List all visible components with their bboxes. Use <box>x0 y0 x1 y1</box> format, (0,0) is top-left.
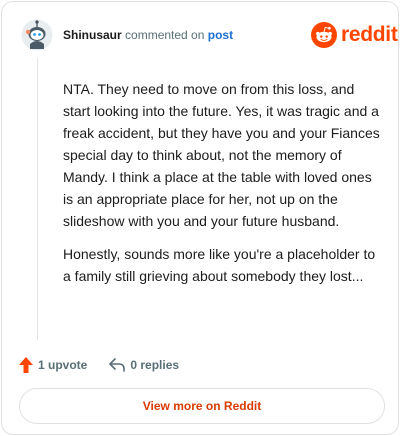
upvote-button[interactable]: 1 upvote <box>19 357 87 373</box>
comment-paragraph: Honestly, sounds more like you're a plac… <box>63 246 376 284</box>
upvote-arrow-icon <box>19 357 33 373</box>
reddit-wordmark: reddit <box>341 23 398 46</box>
replies-button[interactable]: 0 replies <box>109 358 179 372</box>
comment-actions: 1 upvote 0 replies <box>19 356 201 374</box>
comment-embed-card: Shinusaur commented on post reddit NTA. … <box>1 1 399 435</box>
view-more-button[interactable]: View more on Reddit <box>19 388 385 424</box>
reddit-snoo-icon <box>311 22 337 48</box>
upvote-count: 1 upvote <box>38 358 88 372</box>
user-avatar-icon <box>21 19 53 51</box>
reply-count: 0 replies <box>130 358 180 372</box>
comment-paragraph: NTA. They need to move on from this loss… <box>63 81 380 229</box>
post-link[interactable]: post <box>208 28 233 42</box>
username-link[interactable]: Shinusaur <box>63 28 122 42</box>
reply-arrow-icon <box>109 358 126 372</box>
user-avatar[interactable] <box>21 19 53 51</box>
commented-on-label: commented on <box>125 28 205 42</box>
comment-header: Shinusaur commented on post <box>63 28 233 42</box>
thread-line <box>37 58 38 340</box>
reddit-logo[interactable]: reddit <box>311 21 398 49</box>
comment-body: NTA. They need to move on from this loss… <box>63 78 385 298</box>
